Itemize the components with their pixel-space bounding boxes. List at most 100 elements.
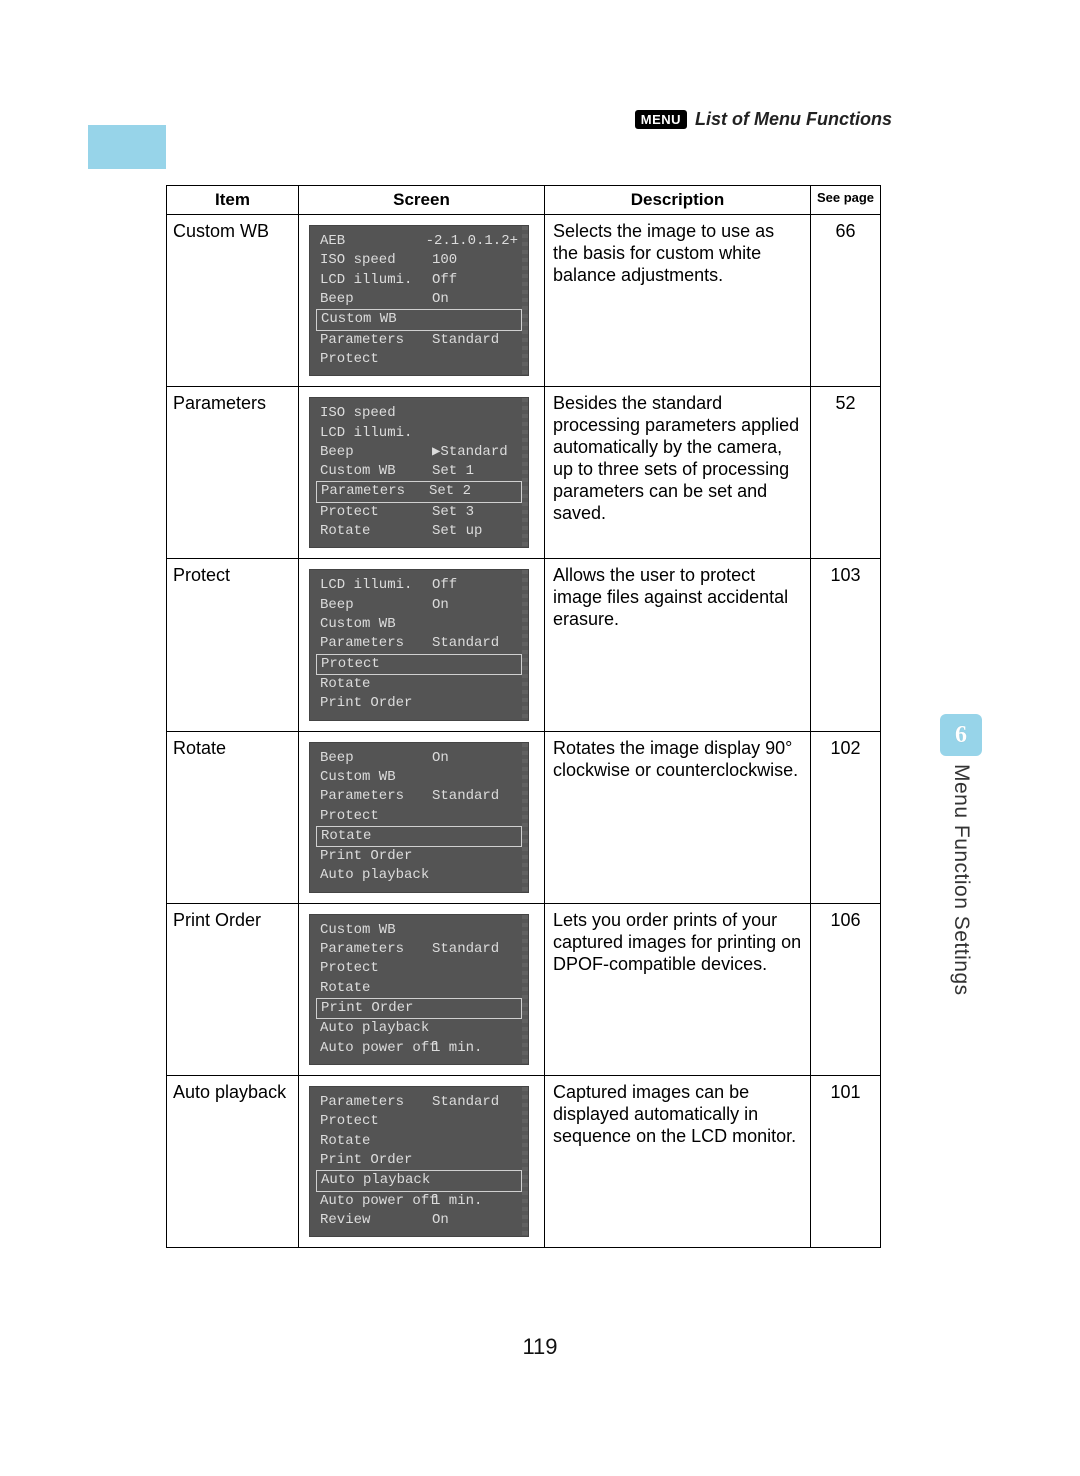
screen-cell: ISO speedLCD illumi.Beep▶StandardCustom …	[299, 387, 545, 559]
lcd-menu-label: Auto power off	[320, 1192, 432, 1211]
scrollbar-track	[522, 570, 528, 719]
lcd-menu-item-selected: Custom WB	[316, 309, 522, 330]
description-cell: Lets you order prints of your captured i…	[545, 903, 811, 1075]
lcd-menu-value: Set up	[432, 522, 482, 541]
lcd-menu-label: Rotate	[321, 827, 429, 846]
table-header-row: Item Screen Description See page	[167, 186, 881, 215]
lcd-menu-value: Standard	[432, 787, 499, 806]
lcd-menu-value: Off	[432, 576, 457, 595]
lcd-menu-label: Custom WB	[320, 921, 432, 940]
lcd-menu-label: Rotate	[320, 979, 432, 998]
lcd-menu-value: On	[432, 1211, 449, 1230]
description-cell: Allows the user to protect image files a…	[545, 559, 811, 731]
lcd-menu-label: Parameters	[321, 482, 429, 501]
lcd-menu-item: Custom WB	[310, 615, 528, 634]
table-row: Print OrderCustom WBParametersStandardPr…	[167, 903, 881, 1075]
lcd-menu-item: AEB-2.1.0.1.2+	[310, 232, 528, 251]
lcd-menu-item: ParametersStandard	[310, 940, 528, 959]
lcd-menu-item: Custom WB	[310, 768, 528, 787]
lcd-screenshot: ParametersStandardProtectRotatePrint Ord…	[309, 1086, 529, 1237]
lcd-menu-label: Auto playback	[320, 1019, 432, 1038]
lcd-screenshot: ISO speedLCD illumi.Beep▶StandardCustom …	[309, 397, 529, 548]
table-row: Custom WBAEB-2.1.0.1.2+ISO speed100LCD i…	[167, 215, 881, 387]
lcd-menu-item: Protect	[310, 959, 528, 978]
lcd-menu-value: 100	[432, 251, 457, 270]
lcd-menu-item: BeepOn	[310, 749, 528, 768]
scrollbar-track	[522, 915, 528, 1064]
item-cell: Print Order	[167, 903, 299, 1075]
lcd-menu-label: Protect	[320, 807, 432, 826]
lcd-menu-value: Standard	[432, 940, 499, 959]
lcd-menu-item: Protect	[310, 1112, 528, 1131]
scrollbar-track	[522, 398, 528, 547]
lcd-menu-item: ISO speed100	[310, 251, 528, 270]
item-cell: Custom WB	[167, 215, 299, 387]
table-row: Rotate BeepOnCustom WBParametersStandardP…	[167, 731, 881, 903]
description-cell: Selects the image to use as the basis fo…	[545, 215, 811, 387]
page-header: MENU List of Menu Functions	[635, 109, 892, 130]
lcd-menu-value: On	[432, 749, 449, 768]
description-cell: Captured images can be displayed automat…	[545, 1075, 811, 1247]
chapter-title: Menu Function Settings	[949, 764, 973, 996]
page-number: 119	[0, 1334, 1080, 1360]
lcd-menu-label: Parameters	[320, 634, 432, 653]
lcd-menu-item: Rotate	[310, 675, 528, 694]
col-header-screen: Screen	[299, 186, 545, 215]
lcd-menu-value: 1 min.	[432, 1192, 482, 1211]
lcd-menu-label: Print Order	[320, 694, 432, 713]
lcd-menu-item: ISO speed	[310, 404, 528, 423]
lcd-menu-label: Custom WB	[320, 768, 432, 787]
lcd-menu-label: Parameters	[320, 940, 432, 959]
lcd-menu-label: Beep	[320, 596, 432, 615]
lcd-menu-label: Parameters	[320, 787, 432, 806]
lcd-menu-label: Custom WB	[320, 615, 432, 634]
lcd-menu-label: Beep	[320, 290, 432, 309]
lcd-menu-item: ParametersStandard	[310, 787, 528, 806]
lcd-menu-item: Auto playback	[310, 1019, 528, 1038]
lcd-menu-value: Set 2	[429, 482, 471, 501]
lcd-menu-value: Standard	[432, 1093, 499, 1112]
lcd-menu-label: LCD illumi.	[320, 576, 432, 595]
lcd-menu-label: Custom WB	[320, 462, 432, 481]
page-header-title: List of Menu Functions	[695, 109, 892, 130]
lcd-menu-item: ParametersStandard	[310, 331, 528, 350]
see-page-cell: 103	[811, 559, 881, 731]
lcd-menu-label: Print Order	[321, 999, 429, 1018]
lcd-screenshot: AEB-2.1.0.1.2+ISO speed100LCD illumi.Off…	[309, 225, 529, 376]
lcd-menu-label: Custom WB	[321, 310, 429, 329]
lcd-menu-item: BeepOn	[310, 290, 528, 309]
lcd-menu-value: Off	[432, 271, 457, 290]
lcd-menu-value: Set 1	[432, 462, 474, 481]
lcd-menu-item: ProtectSet 3	[310, 503, 528, 522]
lcd-menu-item: Print Order	[310, 1151, 528, 1170]
lcd-menu-value: -2.1.0.1.2+	[426, 232, 518, 251]
item-cell: Parameters	[167, 387, 299, 559]
lcd-menu-label: Print Order	[320, 1151, 432, 1170]
lcd-menu-item: Auto playback	[310, 866, 528, 885]
lcd-menu-item: ParametersStandard	[310, 1093, 528, 1112]
see-page-cell: 106	[811, 903, 881, 1075]
lcd-menu-label: Parameters	[320, 1093, 432, 1112]
lcd-menu-label: Rotate	[320, 675, 432, 694]
lcd-menu-item: BeepOn	[310, 596, 528, 615]
lcd-menu-item: ParametersStandard	[310, 634, 528, 653]
description-cell: Besides the standard processing paramete…	[545, 387, 811, 559]
lcd-menu-item: Rotate	[310, 1132, 528, 1151]
lcd-menu-value: Standard	[432, 331, 499, 350]
screen-cell: AEB-2.1.0.1.2+ISO speed100LCD illumi.Off…	[299, 215, 545, 387]
screen-cell: Custom WBParametersStandardProtectRotate…	[299, 903, 545, 1075]
chapter-side-tab: 6 Menu Function Settings	[940, 714, 982, 996]
lcd-menu-value: On	[432, 596, 449, 615]
header-accent-bar	[88, 125, 166, 169]
lcd-menu-item: LCD illumi.Off	[310, 576, 528, 595]
lcd-menu-label: Protect	[321, 655, 429, 674]
lcd-menu-label: Protect	[320, 959, 432, 978]
lcd-menu-label: Auto playback	[321, 1171, 429, 1190]
lcd-menu-label: Rotate	[320, 522, 432, 541]
lcd-menu-item: Print Order	[310, 694, 528, 713]
lcd-menu-label: ISO speed	[320, 251, 432, 270]
scrollbar-track	[522, 743, 528, 892]
table-row: ParametersISO speedLCD illumi.Beep▶Stand…	[167, 387, 881, 559]
table-row: Auto playbackParametersStandardProtectRo…	[167, 1075, 881, 1247]
item-cell: Auto playback	[167, 1075, 299, 1247]
